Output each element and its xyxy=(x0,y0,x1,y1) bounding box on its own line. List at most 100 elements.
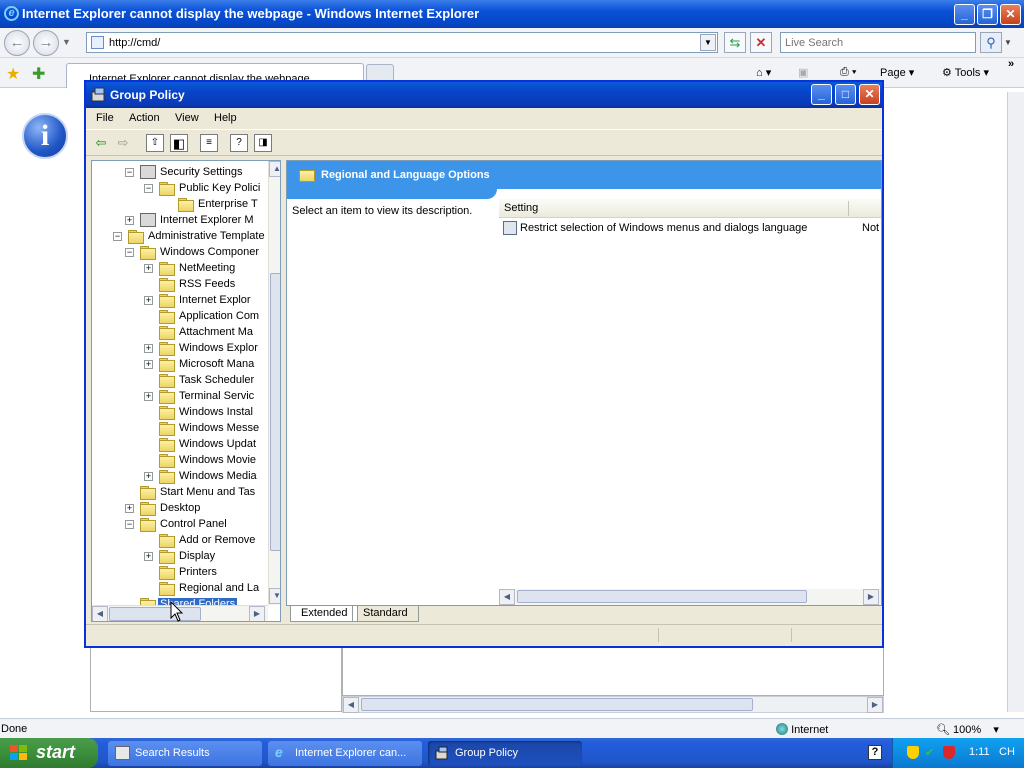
tree-node-label: Attachment Ma xyxy=(179,326,253,338)
print-icon[interactable]: ⎙ ▾ xyxy=(840,66,856,79)
details-pane: Regional and Language Options Select an … xyxy=(286,160,882,606)
close-button[interactable]: ✕ xyxy=(1000,4,1021,25)
back-arrow-icon[interactable]: ⇦ xyxy=(92,134,110,152)
forward-arrow-icon[interactable]: ⇨ xyxy=(114,134,132,152)
expand-icon[interactable]: + xyxy=(144,392,153,401)
address-dropdown-icon[interactable]: ▼ xyxy=(700,34,716,51)
menu-file[interactable]: File xyxy=(96,112,114,124)
help-icon[interactable]: ? xyxy=(230,134,248,152)
restore-button[interactable]: ❐ xyxy=(977,4,998,25)
scroll-up-icon[interactable]: ▲ xyxy=(269,161,280,177)
column-setting[interactable]: Setting xyxy=(504,202,538,214)
favorites-star-icon[interactable]: ★ xyxy=(6,64,20,84)
stop-button[interactable]: ✕ xyxy=(750,32,772,53)
zoom-control[interactable]: 🔍︎ 100% ▾ xyxy=(936,723,999,736)
scroll-right-icon[interactable]: ▶ xyxy=(249,606,265,621)
ie-window-title: Internet Explorer cannot display the web… xyxy=(22,6,480,21)
search-options-icon[interactable]: ▼ xyxy=(1004,38,1012,47)
gp-maximize-button[interactable]: □ xyxy=(835,84,856,105)
expand-icon[interactable]: + xyxy=(125,504,134,513)
setting-row[interactable]: Restrict selection of Windows menus and … xyxy=(499,220,881,236)
tree-hscroll-thumb[interactable] xyxy=(109,607,201,621)
minimize-button[interactable]: _ xyxy=(954,4,975,25)
ie-vertical-scrollbar[interactable] xyxy=(1007,92,1024,712)
column-divider[interactable] xyxy=(848,201,849,216)
group-policy-small-icon xyxy=(435,746,450,760)
scroll-left-icon[interactable]: ◀ xyxy=(343,697,359,713)
add-favorites-icon[interactable]: ✚ xyxy=(32,64,45,84)
menu-help[interactable]: Help xyxy=(214,112,237,124)
scroll-down-icon[interactable]: ▼ xyxy=(269,588,280,604)
home-icon[interactable]: ⌂ ▾ xyxy=(756,66,771,79)
folder-icon xyxy=(159,310,175,324)
settings-column-header[interactable]: Setting xyxy=(499,199,881,218)
ie-page-frame xyxy=(90,646,342,712)
folder-icon xyxy=(128,230,144,244)
help-tray-icon[interactable]: ? xyxy=(868,745,882,760)
history-dropdown-icon[interactable]: ▼ xyxy=(62,37,71,47)
start-button[interactable]: start xyxy=(0,738,98,768)
tree-node-label: Windows Explor xyxy=(179,342,258,354)
expand-icon[interactable]: + xyxy=(144,344,153,353)
back-button[interactable]: ← xyxy=(4,30,30,56)
ie-horizontal-scrollbar[interactable]: ◀ ▶ xyxy=(342,696,884,713)
details-scroll-thumb[interactable] xyxy=(517,590,807,603)
tab-standard[interactable]: Standard xyxy=(352,606,419,622)
expand-icon[interactable]: + xyxy=(144,360,153,369)
setting-state: Not xyxy=(862,222,880,234)
taskbar-button-label: Group Policy xyxy=(455,747,518,759)
search-field[interactable] xyxy=(780,32,976,53)
taskbar-internet-explorer[interactable]: e Internet Explorer can... xyxy=(268,741,422,766)
address-field[interactable]: http://cmd/ ▼ xyxy=(86,32,718,53)
refresh-button[interactable]: ⇆ xyxy=(724,32,746,53)
expand-icon[interactable]: + xyxy=(144,264,153,273)
collapse-icon[interactable]: − xyxy=(144,184,153,193)
language-indicator[interactable]: CH xyxy=(999,746,1015,758)
expand-icon[interactable]: + xyxy=(144,296,153,305)
clock[interactable]: 1:11 xyxy=(969,746,990,758)
taskbar-search-results[interactable]: Search Results xyxy=(108,741,262,766)
forward-button[interactable]: → xyxy=(33,30,59,56)
menu-action[interactable]: Action xyxy=(129,112,160,124)
toolbar-overflow-icon[interactable]: » xyxy=(1008,58,1014,70)
scroll-left-icon[interactable]: ◀ xyxy=(92,606,108,621)
show-hide-tree-icon[interactable]: ◧ xyxy=(170,134,188,152)
search-input[interactable] xyxy=(781,33,975,52)
folder-icon xyxy=(159,406,175,420)
collapse-icon[interactable]: − xyxy=(113,232,122,241)
folder-icon xyxy=(159,390,175,404)
search-icon[interactable]: ⚲ xyxy=(980,32,1002,53)
expand-icon[interactable]: + xyxy=(125,216,134,225)
scroll-thumb[interactable] xyxy=(361,698,753,711)
export-list-icon[interactable]: ≡ xyxy=(200,134,218,152)
console-tree[interactable]: − Security Settings − Public Key Polici Ente… xyxy=(91,160,281,622)
scroll-right-icon[interactable]: ▶ xyxy=(867,697,883,713)
page-menu[interactable]: Page ▾ xyxy=(880,66,914,79)
details-horizontal-scrollbar[interactable]: ◀ ▶ xyxy=(499,589,881,605)
collapse-icon[interactable]: − xyxy=(125,520,134,529)
expand-icon[interactable]: + xyxy=(144,552,153,561)
gp-close-button[interactable]: ✕ xyxy=(859,84,880,105)
pane-header-curve xyxy=(287,189,497,199)
show-hide-action-pane-icon[interactable]: ◨ xyxy=(254,134,272,152)
tree-node-label: Public Key Polici xyxy=(179,182,261,194)
taskbar-group-policy[interactable]: Group Policy xyxy=(428,741,582,766)
tree-node-label: Administrative Template xyxy=(148,230,265,242)
collapse-icon[interactable]: − xyxy=(125,248,134,257)
security-shield-icon[interactable] xyxy=(907,746,919,759)
tree-vertical-scrollbar[interactable]: ▲ ▼ xyxy=(268,161,280,605)
network-icon[interactable]: ✔ xyxy=(925,746,937,759)
collapse-icon[interactable]: − xyxy=(125,168,134,177)
gp-minimize-button[interactable]: _ xyxy=(811,84,832,105)
feeds-icon[interactable]: ▣ xyxy=(798,66,808,79)
folder-icon xyxy=(159,582,175,596)
tab-extended[interactable]: Extended xyxy=(290,606,359,622)
tools-menu[interactable]: ⚙ Tools ▾ xyxy=(942,66,989,79)
tree-scroll-thumb[interactable] xyxy=(270,273,280,551)
security-alert-icon[interactable] xyxy=(943,746,955,759)
scroll-left-icon[interactable]: ◀ xyxy=(499,589,515,605)
scroll-right-icon[interactable]: ▶ xyxy=(863,589,879,605)
up-one-level-icon[interactable]: ⇧ xyxy=(146,134,164,152)
menu-view[interactable]: View xyxy=(175,112,199,124)
expand-icon[interactable]: + xyxy=(144,472,153,481)
